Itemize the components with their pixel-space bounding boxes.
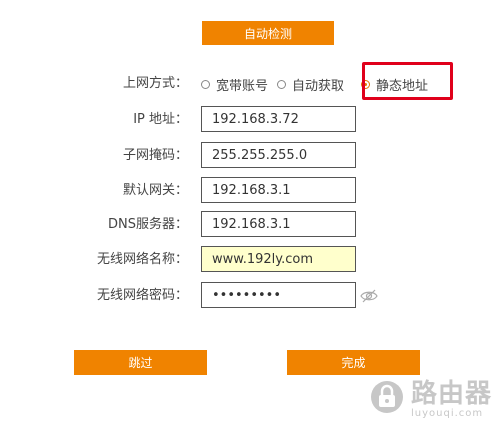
eye-slash-icon[interactable] [360, 288, 378, 304]
skip-button[interactable]: 跳过 [74, 350, 207, 375]
radio-dhcp[interactable]: 自动获取 [277, 75, 344, 94]
router-logo-icon [369, 379, 405, 419]
connection-type-label: 上网方式： [122, 76, 188, 91]
radio-circle-icon [201, 79, 210, 89]
dns-label: DNS服务器： [108, 217, 188, 232]
gateway-row: 默认网关： 192.168.3.1 [0, 177, 500, 205]
gateway-label: 默认网关： [122, 183, 188, 198]
ssid-input[interactable]: www.192ly.com [201, 246, 356, 272]
subnet-input[interactable]: 255.255.255.0 [201, 142, 356, 168]
watermark-en: luyouqi.com [410, 407, 484, 419]
password-row: 无线网络密码： ••••••••• [0, 282, 500, 310]
finish-button[interactable]: 完成 [287, 350, 420, 375]
radio-circle-icon [277, 79, 287, 89]
auto-detect-button[interactable]: 自动检测 [202, 21, 334, 45]
ssid-label: 无线网络名称： [96, 252, 188, 267]
radio-broadband[interactable]: 宽带账号 [201, 75, 268, 94]
subnet-label: 子网掩码： [122, 148, 188, 163]
gateway-input[interactable]: 192.168.3.1 [201, 177, 356, 203]
password-input[interactable]: ••••••••• [201, 282, 356, 308]
ip-label: IP 地址： [133, 112, 188, 127]
watermark: 路由器 luyouqi.com [369, 379, 492, 419]
dns-input[interactable]: 192.168.3.1 [201, 211, 356, 237]
radio-broadband-label: 宽带账号 [216, 78, 269, 94]
radio-dhcp-label: 自动获取 [292, 78, 345, 94]
watermark-cn: 路由器 [410, 378, 492, 409]
dns-row: DNS服务器： 192.168.3.1 [0, 211, 500, 239]
selection-highlight-box [362, 62, 453, 100]
ip-input[interactable]: 192.168.3.72 [201, 106, 356, 132]
subnet-row: 子网掩码： 255.255.255.0 [0, 142, 500, 170]
ip-row: IP 地址： 192.168.3.72 [0, 106, 500, 134]
password-label: 无线网络密码： [96, 288, 188, 303]
ssid-row: 无线网络名称： www.192ly.com [0, 246, 500, 274]
